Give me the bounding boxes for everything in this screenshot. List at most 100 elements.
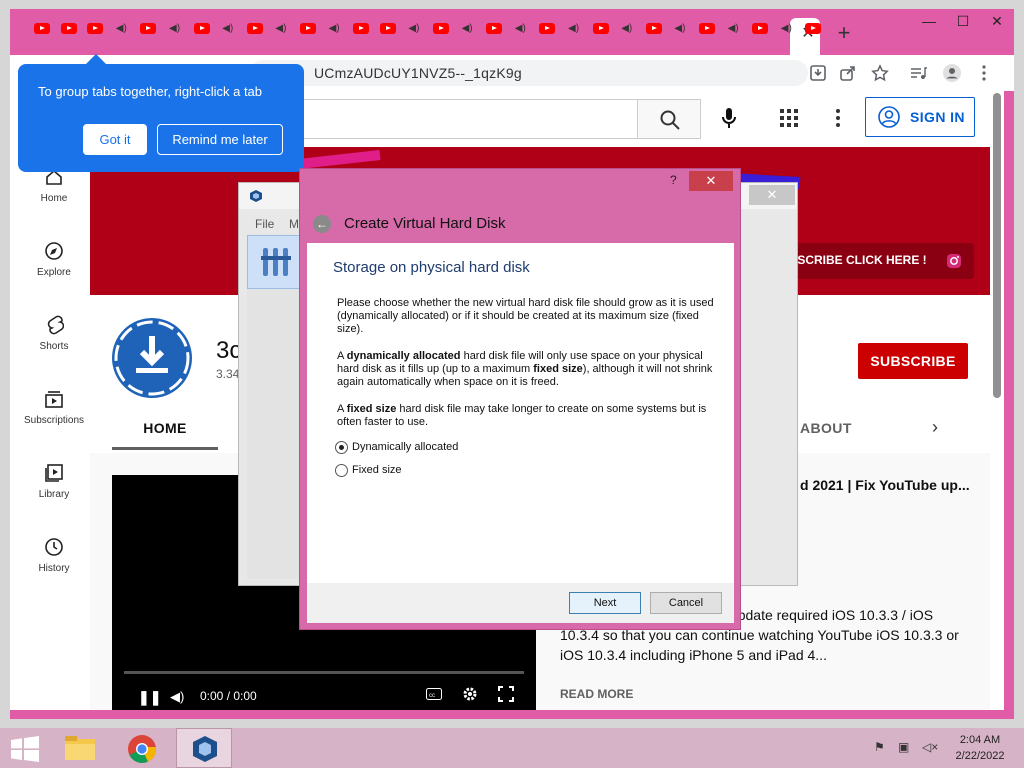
volume-muted-icon[interactable]: ◁× — [922, 740, 938, 756]
channel-avatar[interactable] — [112, 318, 192, 398]
menu-machine[interactable]: M — [289, 217, 299, 231]
audio-tab[interactable]: ◀) — [668, 16, 692, 40]
sidebar-item-shorts[interactable]: Shorts — [10, 309, 98, 369]
audio-tab[interactable]: ◀) — [722, 16, 746, 40]
file-explorer-taskbar-button[interactable] — [52, 728, 108, 768]
audio-tab[interactable]: ◀) — [509, 16, 533, 40]
dialog-close-button[interactable]: ✕ — [689, 171, 733, 191]
chrome-taskbar-button[interactable] — [114, 728, 170, 768]
volume-icon[interactable]: ◀) — [170, 689, 184, 705]
close-window-button[interactable]: ✕ — [980, 9, 1014, 33]
audio-tab[interactable]: ◀) — [615, 16, 639, 40]
radio-button[interactable] — [335, 464, 348, 477]
tools-item[interactable] — [247, 235, 303, 289]
search-button[interactable] — [637, 99, 701, 139]
search-input[interactable]: h — [266, 99, 638, 139]
audio-tab[interactable]: ◀) — [110, 16, 134, 40]
sidebar-item-history[interactable]: History — [10, 531, 98, 591]
got-it-button[interactable]: Got it — [83, 124, 147, 155]
youtube-tab[interactable] — [296, 16, 320, 40]
apps-grid-icon[interactable] — [778, 107, 800, 129]
microphone-icon[interactable] — [716, 105, 742, 131]
speaker-icon: ◀) — [568, 23, 580, 34]
youtube-favicon-icon — [752, 23, 769, 34]
share-icon[interactable] — [838, 63, 858, 83]
back-arrow-icon[interactable]: ← — [313, 215, 331, 233]
chevron-right-icon[interactable]: › — [932, 417, 938, 438]
virtualbox-close-button[interactable]: ✕ — [749, 185, 795, 205]
radio-label: Dynamically allocated — [352, 441, 459, 453]
remind-later-button[interactable]: Remind me later — [157, 124, 283, 155]
maximize-button[interactable]: ☐ — [946, 9, 980, 33]
menu-file[interactable]: File — [255, 217, 274, 231]
windows-start-icon[interactable] — [10, 736, 40, 762]
channel-tab-home[interactable]: HOME — [112, 417, 218, 451]
youtube-tab[interactable] — [190, 16, 214, 40]
youtube-tab[interactable] — [642, 16, 666, 40]
more-options-icon[interactable] — [830, 105, 846, 131]
clock-date[interactable]: 2/22/2022 — [948, 750, 1012, 762]
audio-tab[interactable]: ◀) — [456, 16, 480, 40]
page-scrollbar[interactable] — [993, 93, 1001, 398]
audio-tab[interactable]: ◀) — [402, 16, 426, 40]
read-more-link[interactable]: READ MORE — [560, 687, 633, 701]
reading-list-icon[interactable] — [908, 63, 928, 83]
clock-time[interactable]: 2:04 AM — [948, 734, 1012, 746]
fullscreen-icon[interactable] — [498, 686, 514, 702]
network-icon[interactable]: ▣ — [898, 740, 914, 756]
active-tab-indicator — [112, 447, 218, 450]
sidebar-item-explore[interactable]: Explore — [10, 235, 98, 295]
sign-in-button[interactable]: SIGN IN — [865, 97, 975, 137]
youtube-tab[interactable] — [376, 16, 400, 40]
youtube-tab[interactable] — [482, 16, 506, 40]
channel-tab-about[interactable]: ABOUT — [800, 420, 852, 436]
pause-icon[interactable]: ❚❚ — [138, 689, 161, 706]
bookmark-star-icon[interactable] — [870, 63, 890, 83]
audio-tab[interactable]: ◀) — [562, 16, 586, 40]
youtube-tab[interactable] — [429, 16, 453, 40]
youtube-tab[interactable] — [243, 16, 267, 40]
help-button[interactable]: ? — [670, 173, 677, 187]
library-icon — [45, 464, 63, 482]
youtube-tab[interactable] — [30, 16, 54, 40]
new-tab-button[interactable]: + — [834, 22, 854, 44]
sidebar-item-subscriptions[interactable]: Subscriptions — [10, 383, 98, 443]
youtube-tab[interactable] — [83, 16, 107, 40]
cancel-button[interactable]: Cancel — [650, 592, 722, 614]
settings-gear-icon[interactable] — [462, 686, 478, 702]
youtube-tab[interactable] — [136, 16, 160, 40]
youtube-tab[interactable] — [589, 16, 613, 40]
minimize-button[interactable]: — — [912, 9, 946, 33]
youtube-tab[interactable] — [57, 16, 81, 40]
profile-icon[interactable] — [942, 63, 962, 83]
radio-button-selected[interactable] — [335, 441, 348, 454]
youtube-tab[interactable] — [801, 16, 825, 40]
instagram-icon[interactable] — [946, 253, 962, 269]
speaker-icon: ◀) — [275, 23, 287, 34]
captions-icon[interactable]: cc — [426, 688, 442, 700]
account-icon — [878, 106, 900, 128]
audio-tab[interactable]: ◀) — [269, 16, 293, 40]
subscribe-button[interactable]: SUBSCRIBE — [858, 343, 968, 379]
audio-tab[interactable]: ◀) — [775, 16, 799, 40]
address-bar[interactable]: UCmzAUDcUY1NVZ5--_1qzK9g — [250, 60, 808, 86]
youtube-tab[interactable] — [535, 16, 559, 40]
video-progress-bar[interactable] — [124, 671, 524, 674]
sidebar-item-label: Library — [38, 489, 70, 500]
next-button[interactable]: Next — [569, 592, 641, 614]
youtube-favicon-icon — [140, 23, 157, 34]
youtube-tab[interactable] — [349, 16, 373, 40]
video-title[interactable]: d 2021 | Fix YouTube up... — [800, 477, 970, 493]
install-icon[interactable] — [808, 63, 828, 83]
sign-in-label: SIGN IN — [910, 109, 965, 125]
action-center-flag-icon[interactable]: ⚑ — [874, 740, 890, 756]
text-bold: fixed size — [346, 403, 397, 415]
audio-tab[interactable]: ◀) — [216, 16, 240, 40]
virtualbox-taskbar-button[interactable] — [176, 728, 232, 768]
youtube-tab[interactable] — [695, 16, 719, 40]
youtube-tab[interactable] — [748, 16, 772, 40]
audio-tab[interactable]: ◀) — [163, 16, 187, 40]
sidebar-item-library[interactable]: Library — [10, 457, 98, 517]
audio-tab[interactable]: ◀) — [323, 16, 347, 40]
chrome-menu-icon[interactable] — [974, 63, 994, 83]
